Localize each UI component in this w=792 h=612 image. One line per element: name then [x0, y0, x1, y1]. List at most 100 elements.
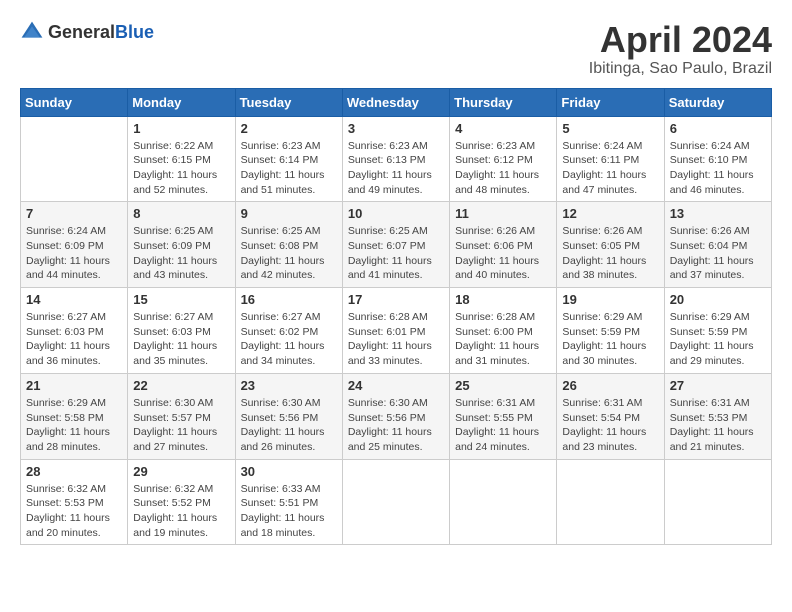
day-info: Sunrise: 6:24 AMSunset: 6:11 PMDaylight:…: [562, 139, 658, 198]
day-number: 2: [241, 121, 337, 136]
day-cell: 25 Sunrise: 6:31 AMSunset: 5:55 PMDayligh…: [450, 373, 557, 459]
day-number: 24: [348, 378, 444, 393]
day-cell: 23 Sunrise: 6:30 AMSunset: 5:56 PMDayligh…: [235, 373, 342, 459]
weekday-header-wednesday: Wednesday: [342, 88, 449, 116]
day-cell: 7 Sunrise: 6:24 AMSunset: 6:09 PMDaylight…: [21, 202, 128, 288]
logo: GeneralBlue: [20, 20, 154, 44]
day-cell: 18Sunrise: 6:28 AMSunset: 6:00 PMDayligh…: [450, 288, 557, 374]
weekday-header-tuesday: Tuesday: [235, 88, 342, 116]
day-number: 28: [26, 464, 122, 479]
day-info: Sunrise: 6:27 AMSunset: 6:03 PMDaylight:…: [26, 310, 122, 369]
logo-text-general: General: [48, 22, 115, 42]
day-number: 14: [26, 292, 122, 307]
day-info: Sunrise: 6:23 AMSunset: 6:14 PMDaylight:…: [241, 139, 337, 198]
day-info: Sunrise: 6:28 AMSunset: 6:01 PMDaylight:…: [348, 310, 444, 369]
day-info: Sunrise: 6:25 AMSunset: 6:09 PMDaylight:…: [133, 224, 229, 283]
title-area: April 2024 Ibitinga, Sao Paulo, Brazil: [589, 20, 772, 78]
week-row-3: 21 Sunrise: 6:29 AMSunset: 5:58 PMDayligh…: [21, 373, 772, 459]
day-number: 3: [348, 121, 444, 136]
day-info: Sunrise: 6:25 AMSunset: 6:07 PMDaylight:…: [348, 224, 444, 283]
day-number: 27: [670, 378, 766, 393]
day-info: Sunrise: 6:33 AMSunset: 5:51 PMDaylight:…: [241, 482, 337, 541]
weekday-header-saturday: Saturday: [664, 88, 771, 116]
day-info: Sunrise: 6:27 AMSunset: 6:03 PMDaylight:…: [133, 310, 229, 369]
day-number: 12: [562, 206, 658, 221]
day-info: Sunrise: 6:24 AMSunset: 6:10 PMDaylight:…: [670, 139, 766, 198]
day-info: Sunrise: 6:31 AMSunset: 5:54 PMDaylight:…: [562, 396, 658, 455]
day-cell: 30 Sunrise: 6:33 AMSunset: 5:51 PMDayligh…: [235, 459, 342, 545]
location-title: Ibitinga, Sao Paulo, Brazil: [589, 60, 772, 78]
day-info: Sunrise: 6:29 AMSunset: 5:59 PMDaylight:…: [562, 310, 658, 369]
day-cell: 2 Sunrise: 6:23 AMSunset: 6:14 PMDaylight…: [235, 116, 342, 202]
day-number: 23: [241, 378, 337, 393]
day-cell: 6 Sunrise: 6:24 AMSunset: 6:10 PMDaylight…: [664, 116, 771, 202]
day-number: 6: [670, 121, 766, 136]
day-cell: 21 Sunrise: 6:29 AMSunset: 5:58 PMDayligh…: [21, 373, 128, 459]
day-number: 11: [455, 206, 551, 221]
day-info: Sunrise: 6:24 AMSunset: 6:09 PMDaylight:…: [26, 224, 122, 283]
day-cell: 28 Sunrise: 6:32 AMSunset: 5:53 PMDayligh…: [21, 459, 128, 545]
day-cell: [450, 459, 557, 545]
day-cell: 5Sunrise: 6:24 AMSunset: 6:11 PMDaylight…: [557, 116, 664, 202]
day-info: Sunrise: 6:26 AMSunset: 6:06 PMDaylight:…: [455, 224, 551, 283]
day-number: 21: [26, 378, 122, 393]
day-cell: 22 Sunrise: 6:30 AMSunset: 5:57 PMDayligh…: [128, 373, 235, 459]
day-cell: 3 Sunrise: 6:23 AMSunset: 6:13 PMDaylight…: [342, 116, 449, 202]
week-row-1: 7 Sunrise: 6:24 AMSunset: 6:09 PMDaylight…: [21, 202, 772, 288]
day-info: Sunrise: 6:30 AMSunset: 5:57 PMDaylight:…: [133, 396, 229, 455]
day-info: Sunrise: 6:30 AMSunset: 5:56 PMDaylight:…: [241, 396, 337, 455]
day-info: Sunrise: 6:29 AMSunset: 5:58 PMDaylight:…: [26, 396, 122, 455]
day-cell: 17Sunrise: 6:28 AMSunset: 6:01 PMDayligh…: [342, 288, 449, 374]
day-info: Sunrise: 6:26 AMSunset: 6:04 PMDaylight:…: [670, 224, 766, 283]
day-info: Sunrise: 6:25 AMSunset: 6:08 PMDaylight:…: [241, 224, 337, 283]
day-number: 10: [348, 206, 444, 221]
day-cell: 10 Sunrise: 6:25 AMSunset: 6:07 PMDayligh…: [342, 202, 449, 288]
day-number: 18: [455, 292, 551, 307]
day-info: Sunrise: 6:32 AMSunset: 5:53 PMDaylight:…: [26, 482, 122, 541]
day-cell: 1Sunrise: 6:22 AMSunset: 6:15 PMDaylight…: [128, 116, 235, 202]
day-number: 7: [26, 206, 122, 221]
day-info: Sunrise: 6:30 AMSunset: 5:56 PMDaylight:…: [348, 396, 444, 455]
day-cell: 16 Sunrise: 6:27 AMSunset: 6:02 PMDayligh…: [235, 288, 342, 374]
day-cell: 20Sunrise: 6:29 AMSunset: 5:59 PMDayligh…: [664, 288, 771, 374]
day-cell: 27 Sunrise: 6:31 AMSunset: 5:53 PMDayligh…: [664, 373, 771, 459]
day-cell: 12Sunrise: 6:26 AMSunset: 6:05 PMDayligh…: [557, 202, 664, 288]
day-cell: 15 Sunrise: 6:27 AMSunset: 6:03 PMDayligh…: [128, 288, 235, 374]
day-number: 15: [133, 292, 229, 307]
day-info: Sunrise: 6:22 AMSunset: 6:15 PMDaylight:…: [133, 139, 229, 198]
day-cell: [557, 459, 664, 545]
day-info: Sunrise: 6:31 AMSunset: 5:53 PMDaylight:…: [670, 396, 766, 455]
header: GeneralBlue April 2024 Ibitinga, Sao Pau…: [20, 20, 772, 78]
day-number: 29: [133, 464, 229, 479]
weekday-header-thursday: Thursday: [450, 88, 557, 116]
calendar-table: SundayMondayTuesdayWednesdayThursdayFrid…: [20, 88, 772, 546]
weekday-header-sunday: Sunday: [21, 88, 128, 116]
day-number: 25: [455, 378, 551, 393]
day-number: 22: [133, 378, 229, 393]
day-cell: 4 Sunrise: 6:23 AMSunset: 6:12 PMDaylight…: [450, 116, 557, 202]
day-number: 30: [241, 464, 337, 479]
day-number: 8: [133, 206, 229, 221]
day-info: Sunrise: 6:27 AMSunset: 6:02 PMDaylight:…: [241, 310, 337, 369]
logo-text-blue: Blue: [115, 22, 154, 42]
day-number: 16: [241, 292, 337, 307]
day-info: Sunrise: 6:23 AMSunset: 6:12 PMDaylight:…: [455, 139, 551, 198]
weekday-header-friday: Friday: [557, 88, 664, 116]
day-cell: [342, 459, 449, 545]
day-number: 13: [670, 206, 766, 221]
weekday-header-monday: Monday: [128, 88, 235, 116]
day-number: 4: [455, 121, 551, 136]
day-cell: 9Sunrise: 6:25 AMSunset: 6:08 PMDaylight…: [235, 202, 342, 288]
month-title: April 2024: [589, 20, 772, 60]
day-number: 19: [562, 292, 658, 307]
day-cell: 11 Sunrise: 6:26 AMSunset: 6:06 PMDayligh…: [450, 202, 557, 288]
day-cell: 19 Sunrise: 6:29 AMSunset: 5:59 PMDayligh…: [557, 288, 664, 374]
day-info: Sunrise: 6:23 AMSunset: 6:13 PMDaylight:…: [348, 139, 444, 198]
week-row-4: 28 Sunrise: 6:32 AMSunset: 5:53 PMDayligh…: [21, 459, 772, 545]
logo-icon: [20, 20, 44, 44]
day-info: Sunrise: 6:31 AMSunset: 5:55 PMDaylight:…: [455, 396, 551, 455]
weekday-header-row: SundayMondayTuesdayWednesdayThursdayFrid…: [21, 88, 772, 116]
day-cell: 26Sunrise: 6:31 AMSunset: 5:54 PMDayligh…: [557, 373, 664, 459]
day-cell: 13 Sunrise: 6:26 AMSunset: 6:04 PMDayligh…: [664, 202, 771, 288]
day-cell: [21, 116, 128, 202]
